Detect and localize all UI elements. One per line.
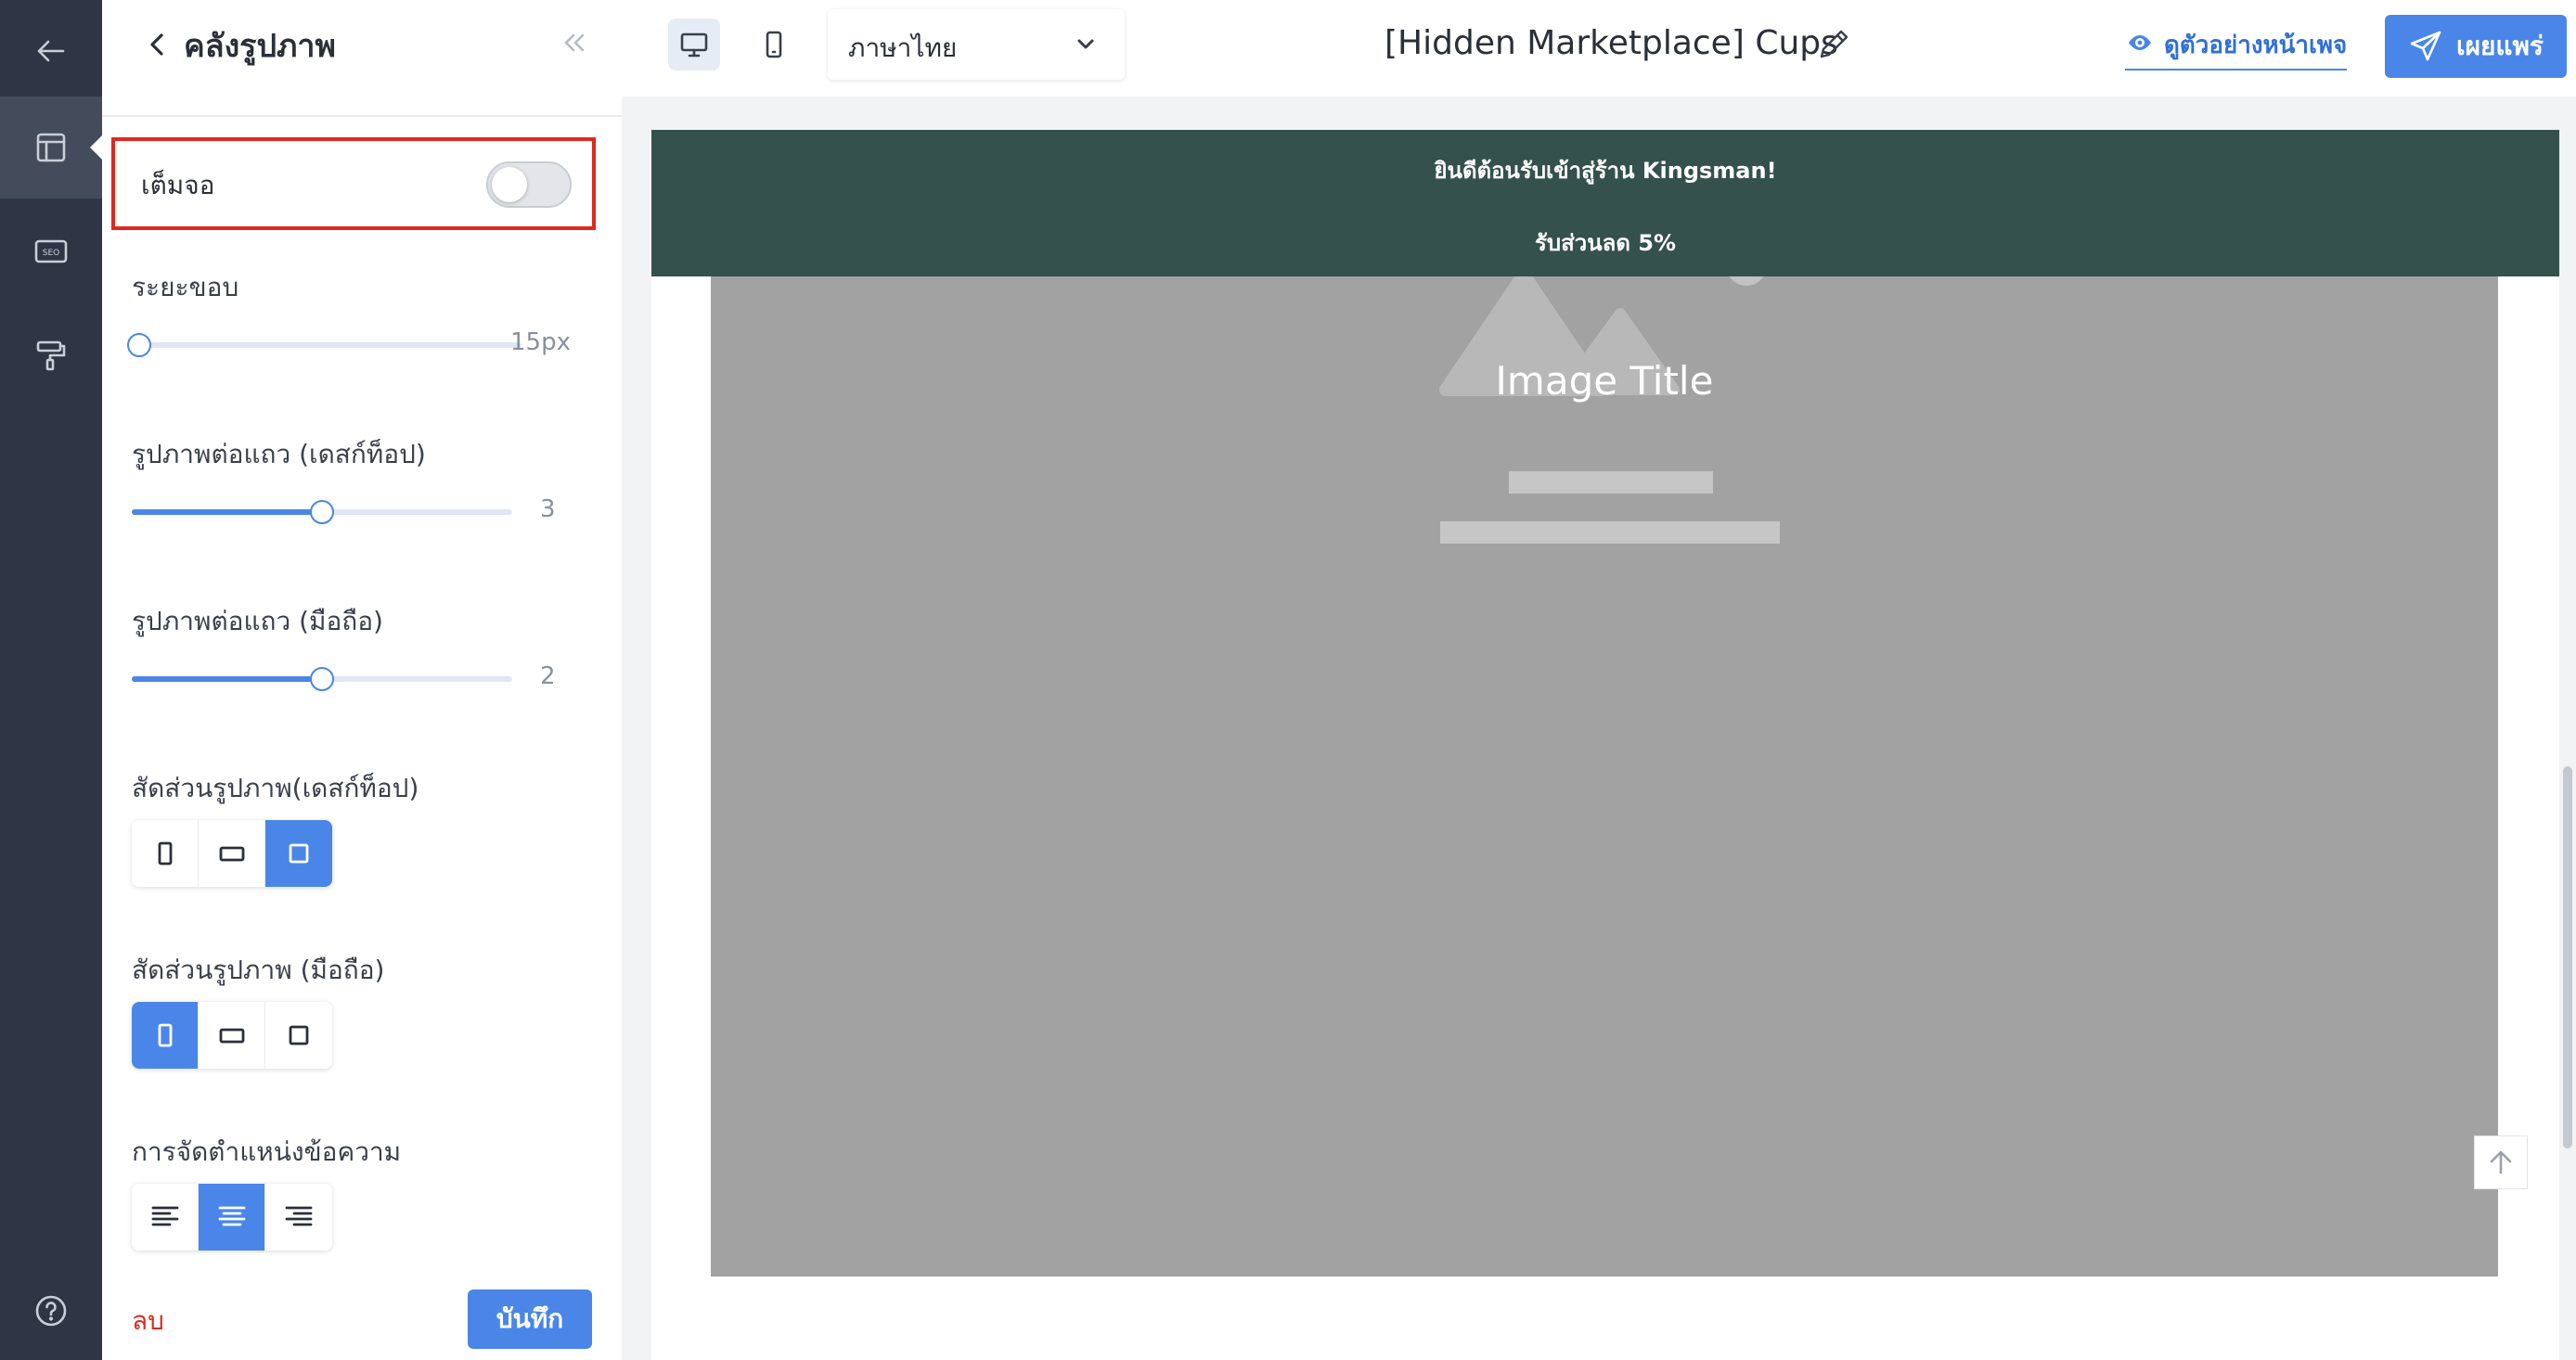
- slider-track: [132, 342, 522, 348]
- align-right-icon: [285, 1206, 313, 1226]
- ratio-mobile-label: สัดส่วนรูปภาพ (มือถือ): [132, 955, 385, 985]
- desktop-view-button[interactable]: [668, 19, 720, 71]
- rail-item-seo[interactable]: SEO: [0, 200, 102, 302]
- square-icon: [289, 843, 309, 864]
- landscape-icon: [219, 846, 244, 862]
- ratio-mobile-portrait-button[interactable]: [132, 1002, 199, 1069]
- padding-label: ระยะขอบ: [132, 272, 239, 302]
- image-gallery-placeholder[interactable]: Image Title: [711, 276, 2498, 1277]
- top-toolbar: ภาษาไทย [Hidden Marketplace] Cups ดูตัวอ…: [622, 0, 2576, 96]
- per-row-desktop-value: 3: [540, 495, 556, 523]
- editor-canvas: ยินดีต้อนรับเข้าสู่ร้าน Kingsman! รับส่ว…: [622, 96, 2576, 1360]
- placeholder-line: [1509, 471, 1713, 494]
- panel-header: คลังรูปภาพ: [102, 0, 622, 117]
- language-select[interactable]: ภาษาไทย: [828, 9, 1125, 80]
- per-row-mobile-value: 2: [540, 662, 556, 690]
- portrait-icon: [158, 1023, 172, 1047]
- align-center-button[interactable]: [199, 1184, 265, 1251]
- toggle-knob: [492, 167, 527, 202]
- text-align-label: การจัดตำแหน่งข้อความ: [132, 1136, 402, 1167]
- ratio-desktop-portrait-button[interactable]: [132, 820, 199, 887]
- pencil-icon: [1820, 30, 1848, 58]
- padding-slider[interactable]: [127, 328, 522, 362]
- preview-page-link[interactable]: ดูตัวอย่างหน้าเพจ: [2125, 26, 2348, 71]
- per-row-desktop-slider[interactable]: [132, 495, 512, 529]
- slider-thumb[interactable]: [310, 500, 334, 524]
- per-row-mobile-label: รูปภาพต่อแถว (มือถือ): [132, 606, 383, 636]
- back-button[interactable]: [0, 0, 102, 102]
- fullscreen-setting: เต็มจอ: [111, 137, 596, 230]
- rail-item-theme[interactable]: [0, 304, 102, 406]
- ratio-desktop-landscape-button[interactable]: [199, 820, 265, 887]
- page-preview: ยินดีต้อนรับเข้าสู่ร้าน Kingsman! รับส่ว…: [651, 130, 2559, 1360]
- svg-text:SEO: SEO: [43, 249, 59, 258]
- padding-value: 15px: [510, 328, 571, 356]
- align-right-button[interactable]: [265, 1184, 332, 1251]
- rail-item-layout[interactable]: [0, 96, 103, 199]
- collapse-panel-button[interactable]: [555, 24, 592, 61]
- page-name: [Hidden Marketplace] Cups: [1385, 24, 1838, 62]
- eye-icon: [2129, 35, 2151, 50]
- landscape-icon: [219, 1028, 244, 1044]
- canvas-scrollbar[interactable]: [2563, 766, 2572, 1148]
- scroll-to-top-button[interactable]: [2474, 1135, 2528, 1189]
- send-icon: [2410, 31, 2441, 61]
- ratio-mobile-landscape-button[interactable]: [199, 1002, 265, 1069]
- chevron-down-icon: [1071, 30, 1101, 59]
- delete-button[interactable]: ลบ: [132, 1301, 164, 1341]
- mobile-icon: [766, 31, 782, 58]
- rail-item-help[interactable]: [0, 1260, 102, 1360]
- announcement-welcome: ยินดีต้อนรับเข้าสู่ร้าน Kingsman!: [1434, 158, 1777, 184]
- fullscreen-label: เต็มจอ: [141, 170, 215, 200]
- side-rail: SEO: [0, 0, 103, 1360]
- announcement-bar[interactable]: ยินดีต้อนรับเข้าสู่ร้าน Kingsman! รับส่ว…: [651, 130, 2559, 276]
- ratio-desktop-group: [132, 820, 332, 887]
- portrait-icon: [158, 841, 172, 866]
- ratio-mobile-square-button[interactable]: [265, 1002, 332, 1069]
- per-row-mobile-slider[interactable]: [132, 662, 512, 696]
- image-title: Image Title: [1495, 358, 1714, 404]
- fullscreen-toggle[interactable]: [486, 161, 572, 208]
- chevron-left-icon: [150, 33, 163, 56]
- placeholder-line: [1440, 521, 1780, 544]
- align-left-button[interactable]: [132, 1184, 199, 1251]
- slider-fill: [132, 509, 322, 515]
- panel-title: คลังรูปภาพ: [184, 28, 336, 65]
- ratio-desktop-square-button[interactable]: [265, 820, 332, 887]
- ratio-desktop-label: สัดส่วนรูปภาพ(เดสก์ท็อป): [132, 773, 419, 803]
- desktop-icon: [680, 32, 708, 58]
- slider-thumb[interactable]: [127, 333, 151, 357]
- publish-button[interactable]: เผยแพร่: [2385, 15, 2567, 78]
- publish-label: เผยแพร่: [2456, 31, 2544, 61]
- align-center-icon: [218, 1206, 245, 1226]
- arrow-up-icon: [2490, 1150, 2512, 1174]
- preview-label: ดูตัวอย่างหน้าเพจ: [2164, 32, 2348, 59]
- double-chevron-left-icon: [564, 33, 585, 52]
- panel-footer: ลบ บันทึก: [102, 1273, 622, 1360]
- help-icon: [35, 1295, 67, 1327]
- layout-icon: [36, 133, 66, 162]
- paint-roller-icon: [36, 340, 66, 371]
- settings-panel: คลังรูปภาพ เต็มจอ ระยะขอบ 15px รูปภาพต่อ…: [102, 0, 724, 1360]
- slider-thumb[interactable]: [310, 667, 334, 691]
- language-value: ภาษาไทย: [848, 32, 958, 63]
- align-left-icon: [151, 1206, 178, 1226]
- slider-fill: [132, 676, 322, 682]
- per-row-desktop-label: รูปภาพต่อแถว (เดสก์ท็อป): [132, 439, 426, 469]
- ratio-mobile-group: [132, 1002, 332, 1069]
- mobile-view-button[interactable]: [748, 19, 800, 71]
- text-align-group: [132, 1184, 332, 1251]
- panel-back-button[interactable]: [139, 26, 176, 63]
- square-icon: [289, 1025, 309, 1046]
- back-arrow-icon: [37, 40, 65, 62]
- edit-page-name-button[interactable]: [1817, 26, 1852, 61]
- seo-icon: SEO: [34, 239, 68, 263]
- announcement-discount: รับส่วนลด 5%: [1534, 230, 1677, 256]
- save-button[interactable]: บันทึก: [468, 1289, 592, 1349]
